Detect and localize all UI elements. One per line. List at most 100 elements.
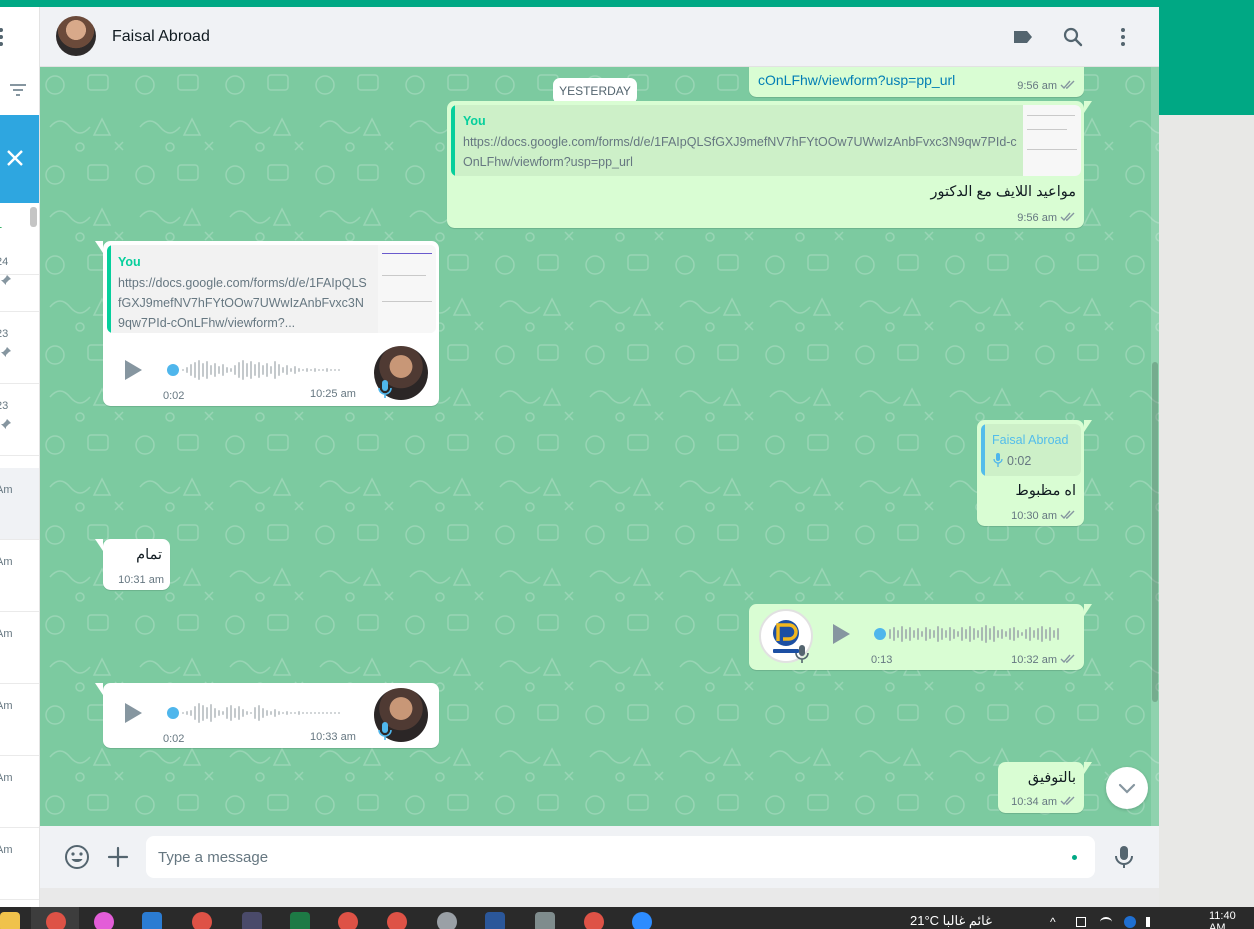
chat-scrollbar[interactable] bbox=[1151, 67, 1159, 826]
message-time: 9:56 am bbox=[1017, 80, 1057, 92]
voice-duration: 0:02 bbox=[163, 733, 185, 745]
mic-icon bbox=[795, 645, 809, 663]
contact-avatar[interactable] bbox=[56, 16, 96, 56]
menu-dots-icon[interactable] bbox=[1111, 25, 1135, 49]
message-meta: 9:56 am bbox=[1017, 80, 1076, 92]
wifi-icon[interactable] bbox=[1100, 917, 1112, 927]
chat-list-item[interactable]: Am bbox=[0, 540, 39, 612]
play-button[interactable] bbox=[125, 360, 142, 380]
message-link[interactable]: cOnLFhw/viewform?usp=pp_url bbox=[758, 72, 955, 88]
app-icon[interactable] bbox=[242, 912, 262, 929]
message-input[interactable] bbox=[158, 836, 1058, 878]
chat-list-time: 23 bbox=[0, 328, 9, 340]
message-meta: 9:56 am bbox=[1017, 212, 1076, 224]
message-list[interactable]: cOnLFhw/viewform?usp=pp_url 9:56 am YEST… bbox=[40, 67, 1159, 826]
chat-list-time: 1 bbox=[0, 219, 2, 231]
voice-waveform[interactable] bbox=[179, 701, 347, 725]
message-bubble-outgoing[interactable]: Faisal Abroad 0:02 اه مظبوط 10:30 am bbox=[977, 420, 1092, 526]
background-accent-block bbox=[1159, 7, 1254, 115]
quoted-message[interactable]: You https://docs.google.com/forms/d/e/1F… bbox=[451, 105, 1081, 176]
mic-icon[interactable] bbox=[1111, 844, 1137, 870]
chat-list-item[interactable]: Am bbox=[0, 612, 39, 684]
chrome-icon[interactable] bbox=[192, 912, 212, 929]
read-ticks-icon bbox=[1060, 796, 1075, 806]
chat-list-item[interactable]: Am bbox=[0, 468, 39, 540]
zoom-icon[interactable] bbox=[632, 912, 652, 929]
chat-list-item[interactable]: Am bbox=[0, 828, 39, 900]
chat-list-item[interactable]: 23 bbox=[0, 384, 39, 456]
mic-icon bbox=[378, 380, 392, 398]
message-input-container[interactable] bbox=[146, 836, 1095, 878]
chrome-icon[interactable] bbox=[584, 912, 604, 929]
chat-list-item[interactable]: Am bbox=[0, 684, 39, 756]
plus-icon[interactable] bbox=[105, 844, 131, 870]
paint-icon[interactable] bbox=[94, 912, 114, 929]
chrome-icon[interactable] bbox=[387, 912, 407, 929]
taskbar-clock[interactable]: 11:40 AM bbox=[1209, 910, 1254, 929]
sidebar-menu-icon[interactable] bbox=[0, 27, 8, 47]
message-bubble-outgoing[interactable]: 0:13 10:32 am bbox=[749, 604, 1092, 670]
network-icon[interactable] bbox=[1124, 916, 1136, 928]
settings-icon[interactable] bbox=[437, 912, 457, 929]
bubble-tail bbox=[1084, 420, 1092, 432]
emoji-icon[interactable] bbox=[64, 844, 90, 870]
tray-chevron-icon[interactable]: ^ bbox=[1050, 915, 1056, 929]
chat-list-time: Am bbox=[0, 628, 13, 640]
search-icon[interactable] bbox=[1061, 25, 1085, 49]
quote-accent-bar bbox=[451, 105, 455, 176]
message-text: تمام bbox=[136, 547, 162, 563]
voice-progress-handle[interactable] bbox=[874, 628, 886, 640]
message-bubble-incoming[interactable]: You https://docs.google.com/forms/d/e/1F… bbox=[95, 241, 439, 406]
voice-progress-handle[interactable] bbox=[167, 707, 179, 719]
chevron-down-icon bbox=[1118, 783, 1136, 794]
chat-header[interactable]: Faisal Abroad bbox=[40, 7, 1159, 67]
close-icon[interactable] bbox=[6, 149, 24, 167]
message-composer bbox=[40, 826, 1159, 888]
message-time: 10:32 am bbox=[1011, 654, 1057, 666]
volume-icon[interactable] bbox=[1146, 917, 1158, 927]
voice-progress-handle[interactable] bbox=[167, 364, 179, 376]
file-explorer-icon[interactable] bbox=[0, 912, 20, 929]
link-preview-thumbnail bbox=[1023, 105, 1081, 176]
chat-list-item[interactable]: Am bbox=[0, 756, 39, 828]
label-icon[interactable] bbox=[1011, 25, 1035, 49]
voice-waveform[interactable] bbox=[179, 358, 347, 382]
message-bubble-outgoing[interactable]: You https://docs.google.com/forms/d/e/1F… bbox=[447, 101, 1092, 228]
play-button[interactable] bbox=[833, 624, 850, 644]
chrome-icon[interactable] bbox=[46, 912, 66, 929]
filter-icon[interactable] bbox=[8, 83, 28, 97]
message-bubble-outgoing[interactable]: cOnLFhw/viewform?usp=pp_url 9:56 am bbox=[749, 67, 1084, 97]
chat-list-item[interactable]: 24 bbox=[0, 240, 39, 312]
quote-accent-bar bbox=[107, 245, 111, 333]
input-status-dot bbox=[1072, 855, 1077, 860]
message-bubble-incoming[interactable]: تمام 10:31 am bbox=[95, 539, 170, 590]
pin-icon bbox=[1, 347, 11, 357]
message-time: 9:56 am bbox=[1017, 212, 1057, 224]
message-text: اه مظبوط bbox=[1015, 483, 1076, 499]
message-meta: 10:34 am bbox=[1011, 796, 1076, 808]
taskbar-weather[interactable]: 21°C غائم غالبا bbox=[910, 913, 992, 929]
battery-icon[interactable] bbox=[1076, 917, 1086, 927]
quoted-message[interactable]: Faisal Abroad 0:02 bbox=[981, 424, 1081, 476]
message-meta: 10:32 am bbox=[1011, 654, 1076, 666]
scroll-to-bottom-button[interactable] bbox=[1106, 767, 1148, 809]
selection-close-bar[interactable] bbox=[0, 115, 39, 203]
contact-name[interactable]: Faisal Abroad bbox=[112, 28, 210, 46]
excel-icon[interactable] bbox=[290, 912, 310, 929]
play-button[interactable] bbox=[125, 703, 142, 723]
voice-waveform[interactable] bbox=[886, 622, 1066, 646]
quoted-message[interactable]: You https://docs.google.com/forms/d/e/1F… bbox=[107, 245, 436, 333]
quote-voice-duration: 0:02 bbox=[1007, 454, 1032, 468]
message-bubble-outgoing[interactable]: بالتوفيق 10:34 am bbox=[998, 762, 1092, 813]
photos-icon[interactable] bbox=[142, 912, 162, 929]
chrome-icon[interactable] bbox=[338, 912, 358, 929]
word-icon[interactable] bbox=[485, 912, 505, 929]
message-bubble-incoming[interactable]: 0:02 10:33 am bbox=[95, 683, 439, 748]
chat-scrollbar-thumb[interactable] bbox=[1152, 362, 1158, 702]
message-text: مواعيد اللايف مع الدكتور bbox=[930, 184, 1076, 200]
calculator-icon[interactable] bbox=[535, 912, 555, 929]
chat-list-time: Am bbox=[0, 844, 13, 856]
mic-icon bbox=[993, 453, 1003, 467]
chat-list-item[interactable]: 23 bbox=[0, 312, 39, 384]
message-time: 10:30 am bbox=[1011, 510, 1057, 522]
